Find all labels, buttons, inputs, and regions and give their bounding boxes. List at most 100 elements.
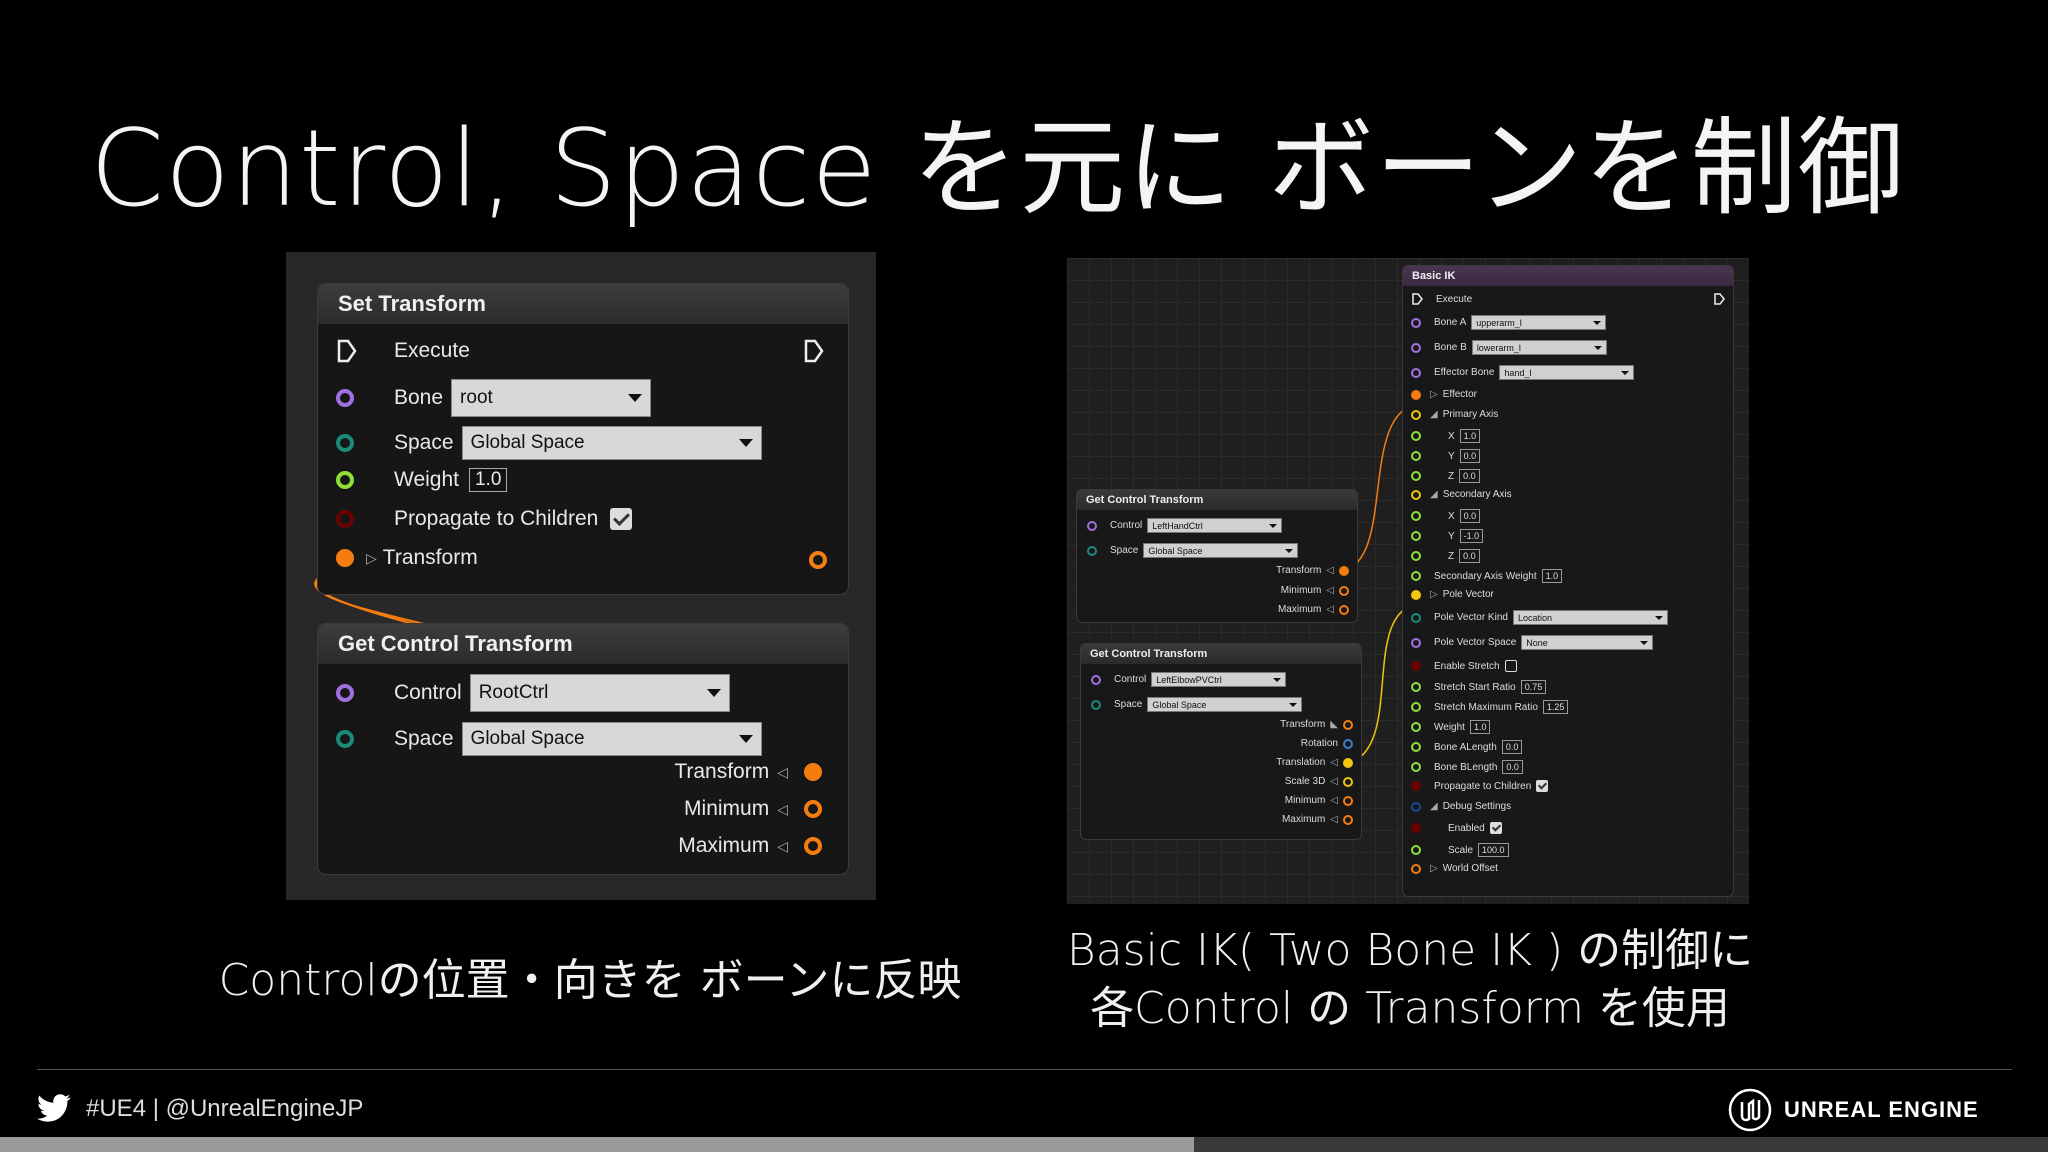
stretch-max-ratio-input[interactable]: 1.25 bbox=[1542, 700, 1569, 714]
secondary-y-input[interactable]: -1.0 bbox=[1459, 529, 1484, 543]
collapse-arrow-icon[interactable]: ◁ bbox=[1326, 604, 1334, 615]
control-dropdown[interactable]: RootCtrl bbox=[469, 674, 730, 712]
z-pin-icon[interactable] bbox=[1411, 551, 1421, 561]
collapse-arrow-icon[interactable]: ◢ bbox=[1430, 489, 1438, 500]
float-pin-icon[interactable] bbox=[1411, 702, 1421, 712]
bool-pin-icon[interactable] bbox=[1411, 823, 1421, 833]
transform-pin-icon[interactable] bbox=[336, 549, 354, 567]
exec-out-pin-icon[interactable] bbox=[803, 338, 825, 364]
secondary-axis-weight-input[interactable]: 1.0 bbox=[1541, 569, 1563, 583]
get-control-transform-node-2[interactable]: Get Control Transform Control LeftElbowP… bbox=[1081, 644, 1361, 839]
stretch-start-ratio-input[interactable]: 0.75 bbox=[1520, 680, 1547, 694]
bone-pin-icon[interactable] bbox=[336, 389, 354, 407]
effector-bone-dropdown[interactable]: hand_l bbox=[1499, 365, 1635, 380]
expand-arrow-icon[interactable]: ▷ bbox=[1430, 863, 1438, 874]
control-dropdown[interactable]: LeftElbowPVCtrl bbox=[1151, 672, 1287, 687]
bone-dropdown[interactable]: root bbox=[451, 379, 652, 417]
transform-out-pin-icon[interactable] bbox=[1343, 719, 1353, 730]
weight-pin-icon[interactable] bbox=[336, 471, 354, 489]
control-pin-icon[interactable] bbox=[1087, 520, 1097, 531]
bool-pin-icon[interactable] bbox=[1411, 781, 1421, 791]
space-pin-icon[interactable] bbox=[1411, 637, 1421, 648]
maximum-out-pin-icon[interactable] bbox=[1339, 604, 1349, 615]
collapse-arrow-icon[interactable]: ◁ bbox=[1330, 757, 1338, 768]
collapse-arrow-icon[interactable]: ◁ bbox=[777, 764, 788, 781]
maximum-out-pin-icon[interactable] bbox=[1343, 814, 1353, 825]
collapse-arrow-icon[interactable]: ◁ bbox=[1326, 585, 1334, 596]
space-pin-icon[interactable] bbox=[1091, 699, 1101, 710]
scale-input[interactable]: 100.0 bbox=[1478, 843, 1509, 857]
float-pin-icon[interactable] bbox=[1411, 571, 1421, 581]
set-transform-node[interactable]: Set Transform Execute Bone root Space Gl… bbox=[318, 284, 848, 594]
effector-bone-pin-icon[interactable] bbox=[1411, 367, 1421, 378]
bool-pin-icon[interactable] bbox=[1411, 661, 1421, 671]
collapse-arrow-icon[interactable]: ◁ bbox=[1326, 565, 1334, 576]
effector-pin-icon[interactable] bbox=[1411, 389, 1421, 400]
y-pin-icon[interactable] bbox=[1411, 531, 1421, 541]
weight-input[interactable]: 1.0 bbox=[1469, 720, 1491, 734]
enabled-checkbox[interactable] bbox=[1489, 822, 1502, 834]
transform-out-pin-icon[interactable] bbox=[809, 551, 827, 569]
space-dropdown[interactable]: Global Space bbox=[461, 722, 762, 756]
z-pin-icon[interactable] bbox=[1411, 471, 1421, 481]
expand-arrow-icon[interactable]: ▷ bbox=[366, 550, 377, 567]
get-control-transform-node[interactable]: Get Control Transform Control RootCtrl S… bbox=[318, 624, 848, 874]
bone-a-dropdown[interactable]: upperarm_l bbox=[1471, 315, 1607, 330]
propagate-pin-icon[interactable] bbox=[336, 510, 354, 528]
secondary-axis-pin-icon[interactable] bbox=[1411, 489, 1421, 500]
bone-b-length-input[interactable]: 0.0 bbox=[1502, 760, 1523, 774]
bone-a-length-input[interactable]: 0.0 bbox=[1501, 740, 1523, 754]
primary-y-input[interactable]: 0.0 bbox=[1459, 449, 1481, 463]
scale-out-pin-icon[interactable] bbox=[1343, 776, 1353, 787]
float-pin-icon[interactable] bbox=[1411, 845, 1421, 855]
collapse-arrow-icon[interactable]: ◁ bbox=[1330, 795, 1338, 806]
space-dropdown[interactable]: Global Space bbox=[1147, 697, 1303, 712]
collapse-arrow-icon[interactable]: ◢ bbox=[1430, 801, 1438, 812]
secondary-x-input[interactable]: 0.0 bbox=[1459, 509, 1481, 523]
exec-in-pin-icon[interactable] bbox=[336, 338, 358, 364]
primary-x-input[interactable]: 1.0 bbox=[1459, 429, 1481, 443]
collapse-arrow-icon[interactable]: ◁ bbox=[1330, 814, 1338, 825]
translation-out-pin-icon[interactable] bbox=[1343, 757, 1353, 768]
exec-in-pin-icon[interactable] bbox=[1411, 292, 1423, 306]
struct-pin-icon[interactable] bbox=[1411, 801, 1421, 812]
get-control-transform-node-1[interactable]: Get Control Transform Control LeftHandCt… bbox=[1077, 490, 1357, 622]
transform-out-pin-icon[interactable] bbox=[1339, 565, 1349, 576]
maximum-out-pin-icon[interactable] bbox=[804, 837, 822, 855]
bone-b-dropdown[interactable]: lowerarm_l bbox=[1471, 340, 1607, 355]
propagate-checkbox[interactable] bbox=[610, 508, 633, 530]
bone-a-pin-icon[interactable] bbox=[1411, 317, 1421, 328]
transform-pin-icon[interactable] bbox=[1411, 863, 1421, 874]
float-pin-icon[interactable] bbox=[1411, 722, 1421, 732]
basic-ik-node[interactable]: Basic IK Execute Bone A upperarm_l Bone B… bbox=[1403, 266, 1733, 896]
minimum-out-pin-icon[interactable] bbox=[804, 800, 822, 818]
x-pin-icon[interactable] bbox=[1411, 511, 1421, 521]
weight-input[interactable]: 1.0 bbox=[468, 468, 508, 492]
space-pin-icon[interactable] bbox=[336, 434, 354, 452]
primary-axis-pin-icon[interactable] bbox=[1411, 409, 1421, 420]
pole-vector-pin-icon[interactable] bbox=[1411, 589, 1421, 600]
float-pin-icon[interactable] bbox=[1411, 742, 1421, 752]
collapse-arrow-icon[interactable]: ◢ bbox=[1430, 409, 1438, 420]
control-dropdown[interactable]: LeftHandCtrl bbox=[1147, 518, 1283, 533]
pole-vector-kind-dropdown[interactable]: Location bbox=[1512, 610, 1668, 625]
expand-arrow-icon[interactable]: ◣ bbox=[1330, 719, 1338, 730]
control-pin-icon[interactable] bbox=[1091, 674, 1101, 685]
transform-out-pin-icon[interactable] bbox=[804, 763, 822, 781]
enum-pin-icon[interactable] bbox=[1411, 612, 1421, 623]
space-dropdown[interactable]: Global Space bbox=[461, 426, 762, 460]
expand-arrow-icon[interactable]: ▷ bbox=[1430, 589, 1438, 600]
space-dropdown[interactable]: Global Space bbox=[1143, 543, 1299, 558]
space-pin-icon[interactable] bbox=[336, 730, 354, 748]
x-pin-icon[interactable] bbox=[1411, 431, 1421, 441]
primary-z-input[interactable]: 0.0 bbox=[1459, 469, 1480, 483]
minimum-out-pin-icon[interactable] bbox=[1339, 585, 1349, 596]
collapse-arrow-icon[interactable]: ◁ bbox=[1330, 776, 1338, 787]
expand-arrow-icon[interactable]: ▷ bbox=[1430, 389, 1438, 400]
secondary-z-input[interactable]: 0.0 bbox=[1459, 549, 1480, 563]
y-pin-icon[interactable] bbox=[1411, 451, 1421, 461]
float-pin-icon[interactable] bbox=[1411, 682, 1421, 692]
float-pin-icon[interactable] bbox=[1411, 762, 1421, 772]
bone-b-pin-icon[interactable] bbox=[1411, 342, 1421, 353]
space-pin-icon[interactable] bbox=[1087, 545, 1097, 556]
